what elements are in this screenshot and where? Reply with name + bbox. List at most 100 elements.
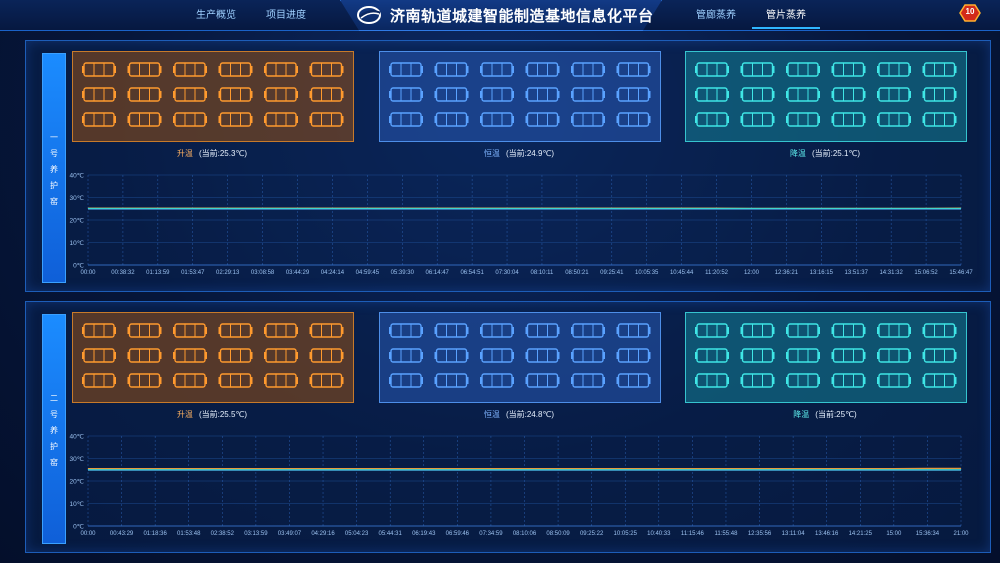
curing-cart-icon[interactable]	[786, 348, 820, 363]
curing-cart-icon[interactable]	[82, 373, 116, 388]
curing-cart-icon[interactable]	[877, 323, 911, 338]
curing-cart-icon[interactable]	[877, 62, 911, 77]
curing-cart-icon[interactable]	[786, 373, 820, 388]
kiln-name-tab[interactable]: 二 号 养 护 窑	[42, 314, 66, 544]
curing-cart-icon[interactable]	[82, 112, 116, 127]
curing-cart-icon[interactable]	[264, 87, 298, 102]
curing-cart-icon[interactable]	[831, 62, 866, 77]
curing-cart-icon[interactable]	[831, 87, 866, 102]
nav-project-progress[interactable]: 项目进度	[266, 6, 306, 21]
curing-cart-icon[interactable]	[389, 348, 423, 363]
curing-cart-icon[interactable]	[695, 323, 729, 338]
curing-cart-icon[interactable]	[480, 348, 514, 363]
curing-cart-icon[interactable]	[571, 62, 605, 77]
curing-cart-icon[interactable]	[525, 348, 560, 363]
curing-cart-icon[interactable]	[571, 323, 605, 338]
curing-cart-icon[interactable]	[831, 112, 866, 127]
curing-cart-icon[interactable]	[877, 373, 911, 388]
curing-cart-icon[interactable]	[922, 112, 957, 127]
curing-cart-icon[interactable]	[831, 323, 866, 338]
curing-cart-icon[interactable]	[571, 348, 605, 363]
curing-cart-icon[interactable]	[922, 87, 957, 102]
cooling-zone[interactable]	[685, 312, 967, 403]
curing-cart-icon[interactable]	[695, 87, 729, 102]
curing-cart-icon[interactable]	[173, 373, 207, 388]
curing-cart-icon[interactable]	[389, 87, 423, 102]
curing-cart-icon[interactable]	[127, 323, 162, 338]
curing-cart-icon[interactable]	[525, 373, 560, 388]
curing-cart-icon[interactable]	[525, 112, 560, 127]
curing-cart-icon[interactable]	[264, 348, 298, 363]
curing-cart-icon[interactable]	[786, 87, 820, 102]
curing-cart-icon[interactable]	[309, 112, 344, 127]
curing-cart-icon[interactable]	[695, 373, 729, 388]
curing-cart-icon[interactable]	[877, 87, 911, 102]
curing-cart-icon[interactable]	[389, 373, 423, 388]
curing-cart-icon[interactable]	[616, 348, 651, 363]
curing-cart-icon[interactable]	[571, 112, 605, 127]
curing-cart-icon[interactable]	[922, 62, 957, 77]
curing-cart-icon[interactable]	[480, 112, 514, 127]
curing-cart-icon[interactable]	[264, 112, 298, 127]
curing-cart-icon[interactable]	[389, 112, 423, 127]
curing-cart-icon[interactable]	[173, 348, 207, 363]
curing-cart-icon[interactable]	[309, 348, 344, 363]
curing-cart-icon[interactable]	[309, 373, 344, 388]
curing-cart-icon[interactable]	[922, 348, 957, 363]
curing-cart-icon[interactable]	[480, 323, 514, 338]
curing-cart-icon[interactable]	[616, 62, 651, 77]
curing-cart-icon[interactable]	[218, 373, 253, 388]
curing-cart-icon[interactable]	[786, 62, 820, 77]
curing-cart-icon[interactable]	[480, 87, 514, 102]
curing-cart-icon[interactable]	[740, 62, 775, 77]
curing-cart-icon[interactable]	[434, 62, 469, 77]
curing-cart-icon[interactable]	[877, 112, 911, 127]
curing-cart-icon[interactable]	[218, 87, 253, 102]
curing-cart-icon[interactable]	[740, 348, 775, 363]
curing-cart-icon[interactable]	[740, 87, 775, 102]
curing-cart-icon[interactable]	[740, 323, 775, 338]
curing-cart-icon[interactable]	[127, 373, 162, 388]
curing-cart-icon[interactable]	[740, 373, 775, 388]
curing-cart-icon[interactable]	[922, 323, 957, 338]
curing-cart-icon[interactable]	[922, 373, 957, 388]
curing-cart-icon[interactable]	[173, 323, 207, 338]
curing-cart-icon[interactable]	[264, 62, 298, 77]
curing-cart-icon[interactable]	[616, 112, 651, 127]
curing-cart-icon[interactable]	[389, 323, 423, 338]
curing-cart-icon[interactable]	[525, 87, 560, 102]
curing-cart-icon[interactable]	[525, 62, 560, 77]
curing-cart-icon[interactable]	[434, 323, 469, 338]
curing-cart-icon[interactable]	[831, 373, 866, 388]
curing-cart-icon[interactable]	[786, 112, 820, 127]
curing-cart-icon[interactable]	[695, 62, 729, 77]
curing-cart-icon[interactable]	[434, 373, 469, 388]
curing-cart-icon[interactable]	[82, 87, 116, 102]
curing-cart-icon[interactable]	[740, 112, 775, 127]
cooling-zone[interactable]	[685, 51, 967, 142]
curing-cart-icon[interactable]	[82, 348, 116, 363]
curing-cart-icon[interactable]	[173, 62, 207, 77]
constant-temp-zone[interactable]	[379, 312, 661, 403]
constant-temp-zone[interactable]	[379, 51, 661, 142]
curing-cart-icon[interactable]	[616, 87, 651, 102]
curing-cart-icon[interactable]	[127, 87, 162, 102]
curing-cart-icon[interactable]	[82, 62, 116, 77]
heating-zone[interactable]	[72, 312, 354, 403]
heating-zone[interactable]	[72, 51, 354, 142]
curing-cart-icon[interactable]	[525, 323, 560, 338]
curing-cart-icon[interactable]	[218, 348, 253, 363]
curing-cart-icon[interactable]	[309, 62, 344, 77]
curing-cart-icon[interactable]	[173, 87, 207, 102]
curing-cart-icon[interactable]	[786, 323, 820, 338]
curing-cart-icon[interactable]	[173, 112, 207, 127]
curing-cart-icon[interactable]	[434, 87, 469, 102]
curing-cart-icon[interactable]	[434, 112, 469, 127]
nav-production-overview[interactable]: 生产概览	[196, 6, 236, 21]
curing-cart-icon[interactable]	[616, 373, 651, 388]
curing-cart-icon[interactable]	[480, 62, 514, 77]
kiln-name-tab[interactable]: 一 号 养 护 窑	[42, 53, 66, 283]
curing-cart-icon[interactable]	[127, 62, 162, 77]
curing-cart-icon[interactable]	[218, 323, 253, 338]
curing-cart-icon[interactable]	[831, 348, 866, 363]
